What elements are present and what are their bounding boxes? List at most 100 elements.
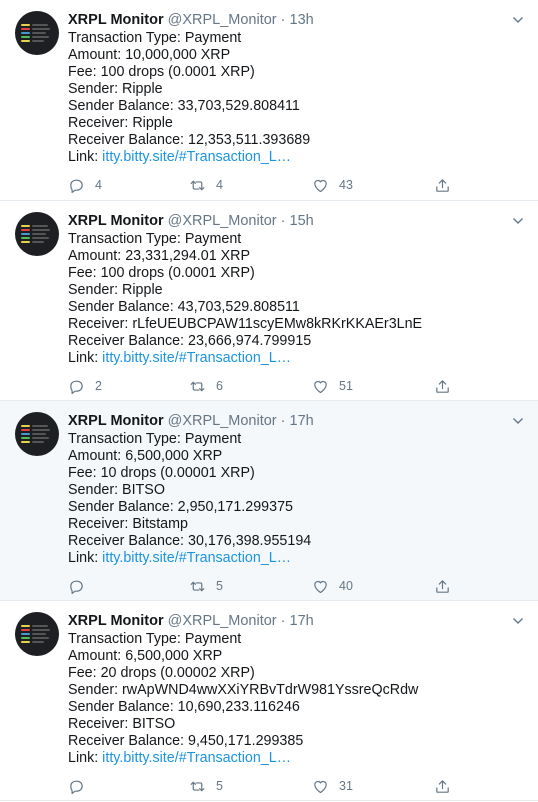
retweet-button[interactable]: 6 (189, 376, 223, 396)
timestamp[interactable]: 17h (290, 613, 314, 629)
reply-count: 4 (95, 178, 102, 192)
heart-icon (314, 179, 327, 192)
avatar[interactable] (15, 11, 59, 55)
tweet-line: Transaction Type: Payment (68, 631, 242, 647)
chevron-down-icon[interactable] (512, 615, 524, 627)
tweet-actions: 5 40 (68, 576, 468, 596)
avatar[interactable] (15, 412, 59, 456)
tweet-line: Receiver Balance: 30,176,398.955194 (68, 533, 312, 549)
tweet-line: Receiver Balance: 23,666,974.799915 (68, 333, 312, 349)
share-button[interactable] (434, 576, 451, 596)
tweet-line: Sender Balance: 43,703,529.808511 (68, 299, 300, 315)
author-handle[interactable]: @XRPL_Monitor (168, 213, 277, 229)
author-name[interactable]: XRPL Monitor (68, 413, 164, 429)
author-handle[interactable]: @XRPL_Monitor (168, 613, 277, 629)
timestamp[interactable]: 15h (290, 213, 314, 229)
retweet-count: 5 (216, 579, 223, 593)
chevron-down-icon[interactable] (512, 415, 524, 427)
retweet-count: 5 (216, 779, 223, 793)
timestamp[interactable]: 13h (290, 12, 314, 28)
reply-count: 2 (95, 379, 102, 393)
tweet[interactable]: XRPL Monitor @XRPL_Monitor · 17h Transac… (0, 401, 538, 601)
link-prefix: Link: (68, 149, 103, 165)
share-icon (436, 579, 449, 593)
reply-button[interactable]: 4 (68, 175, 102, 195)
transaction-link[interactable]: itty.bitty.site/#Transaction_L… (102, 350, 291, 366)
author-handle[interactable]: @XRPL_Monitor (168, 12, 277, 28)
avatar[interactable] (15, 212, 59, 256)
chevron-down-icon[interactable] (512, 215, 524, 227)
tweet-actions: 4 4 43 (68, 175, 468, 195)
tweet-line: Sender: Ripple (68, 282, 163, 298)
like-count: 43 (339, 178, 353, 192)
tweet-line: Receiver: Bitstamp (68, 516, 188, 532)
transaction-link[interactable]: itty.bitty.site/#Transaction_L… (102, 750, 291, 766)
reply-button[interactable]: 2 (68, 376, 102, 396)
retweet-button[interactable]: 5 (189, 776, 223, 796)
tweet-line: Fee: 10 drops (0.00001 XRP) (68, 465, 255, 481)
tweet-line: Fee: 20 drops (0.00002 XRP) (68, 665, 255, 681)
tweet-line: Sender: Ripple (68, 81, 163, 97)
tweet-line: Sender Balance: 2,950,171.299375 (68, 499, 293, 515)
like-button[interactable]: 43 (312, 175, 353, 195)
tweet-actions: 5 31 (68, 776, 468, 796)
tweet-line: Receiver Balance: 9,450,171.299385 (68, 733, 304, 749)
tweet-line: Fee: 100 drops (0.0001 XRP) (68, 265, 255, 281)
tweet-line: Receiver: BITSO (68, 716, 176, 732)
tweet-line: Amount: 10,000,000 XRP (68, 47, 231, 63)
author-name[interactable]: XRPL Monitor (68, 613, 164, 629)
transaction-link[interactable]: itty.bitty.site/#Transaction_L… (102, 550, 291, 566)
tweet-line: Receiver: Ripple (68, 115, 173, 131)
tweet-line: Sender Balance: 33,703,529.808411 (68, 98, 300, 114)
tweet-text: Transaction Type: Payment Amount: 6,500,… (68, 431, 518, 567)
transaction-link[interactable]: itty.bitty.site/#Transaction_L… (102, 149, 291, 165)
heart-icon (314, 380, 327, 393)
tweet-line: Sender: BITSO (68, 482, 165, 498)
like-button[interactable]: 31 (312, 776, 353, 796)
retweet-icon (190, 381, 205, 391)
tweet-line: Amount: 23,331,294.01 XRP (68, 248, 251, 264)
author-name[interactable]: XRPL Monitor (68, 213, 164, 229)
separator-dot: · (280, 12, 286, 28)
like-count: 31 (339, 779, 353, 793)
like-button[interactable]: 40 (312, 576, 353, 596)
chevron-down-icon[interactable] (512, 14, 524, 26)
tweet-link-line: Link: itty.bitty.site/#Transaction_L… (68, 350, 518, 367)
retweet-icon (190, 180, 205, 190)
retweet-button[interactable]: 4 (189, 175, 223, 195)
share-icon (436, 779, 449, 793)
tweet-line: Transaction Type: Payment (68, 431, 242, 447)
tweet-line: Receiver: rLfeUEUBCPAW11scyEMw8kRKrKKAEr… (68, 316, 423, 332)
like-count: 51 (339, 379, 353, 393)
tweet[interactable]: XRPL Monitor @XRPL_Monitor · 13h Transac… (0, 0, 538, 201)
tweet-line: Receiver Balance: 12,353,511.393689 (68, 132, 311, 148)
tweet[interactable]: XRPL Monitor @XRPL_Monitor · 15h Transac… (0, 201, 538, 401)
share-button[interactable] (434, 376, 451, 396)
like-button[interactable]: 51 (312, 376, 353, 396)
separator-dot: · (280, 413, 286, 429)
avatar[interactable] (15, 612, 59, 656)
reply-button[interactable] (68, 776, 95, 796)
timestamp[interactable]: 17h (290, 413, 314, 429)
tweet-text: Transaction Type: Payment Amount: 23,331… (68, 231, 518, 367)
tweet-line: Transaction Type: Payment (68, 231, 242, 247)
tweet[interactable]: XRPL Monitor @XRPL_Monitor · 17h Transac… (0, 601, 538, 801)
share-button[interactable] (434, 175, 451, 195)
heart-icon (314, 580, 327, 593)
share-icon (436, 178, 449, 192)
tweet-link-line: Link: itty.bitty.site/#Transaction_L… (68, 149, 518, 166)
separator-dot: · (280, 613, 286, 629)
reply-icon (70, 580, 83, 594)
share-icon (436, 379, 449, 393)
heart-icon (314, 780, 327, 793)
author-handle[interactable]: @XRPL_Monitor (168, 413, 277, 429)
retweet-count: 6 (216, 379, 223, 393)
share-button[interactable] (434, 776, 451, 796)
tweet-line: Transaction Type: Payment (68, 30, 242, 46)
tweet-actions: 2 6 51 (68, 376, 468, 396)
retweet-button[interactable]: 5 (189, 576, 223, 596)
like-count: 40 (339, 579, 353, 593)
author-name[interactable]: XRPL Monitor (68, 12, 164, 28)
tweet-link-line: Link: itty.bitty.site/#Transaction_L… (68, 550, 518, 567)
reply-button[interactable] (68, 576, 95, 596)
